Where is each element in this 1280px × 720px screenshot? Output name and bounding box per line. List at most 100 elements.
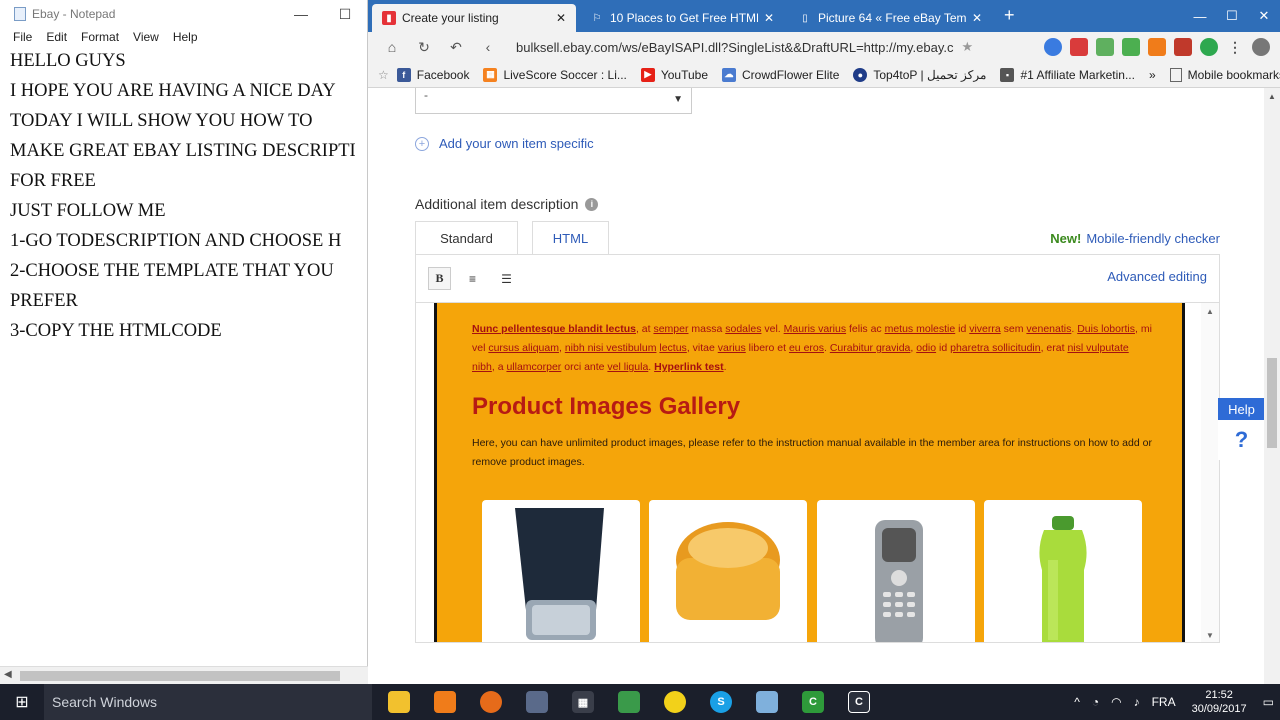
page-icon: ▯ <box>802 12 808 24</box>
chevron-up-icon[interactable]: ^ <box>1074 695 1080 709</box>
bold-button[interactable]: B <box>428 267 451 290</box>
new-tab-button[interactable]: + <box>1004 5 1015 26</box>
taskbar: ⊞ Search Windows ▦ S C C ^ ◔ ◠ ♪ FRA 21:… <box>0 684 1280 720</box>
menu-dots-icon[interactable]: ⋮ <box>1226 38 1244 56</box>
volume-icon[interactable]: ♪ <box>1134 695 1140 709</box>
spreadsheet-icon[interactable] <box>606 684 652 720</box>
close-icon[interactable]: ✕ <box>764 11 774 25</box>
notepad-horizontal-scrollbar[interactable]: ◀ <box>0 666 368 684</box>
extension-icon[interactable] <box>1174 38 1192 56</box>
description-editor[interactable]: Nunc pellentesque blandit lectus, at sem… <box>415 302 1220 643</box>
template-text-run: massa <box>688 323 726 335</box>
menu-edit[interactable]: Edit <box>39 30 74 44</box>
windows-start-icon[interactable]: ⊞ <box>0 684 44 720</box>
minimize-button[interactable]: — <box>279 6 323 23</box>
product-image-phone <box>817 500 975 642</box>
notepad-icon[interactable] <box>744 684 790 720</box>
extension-icon[interactable] <box>1070 38 1088 56</box>
tab-standard[interactable]: Standard <box>415 221 518 255</box>
skype-icon[interactable]: S <box>698 684 744 720</box>
minimize-button[interactable]: — <box>1184 9 1216 24</box>
clock[interactable]: 21:52 30/09/2017 <box>1192 688 1247 716</box>
add-item-specific-link[interactable]: + Add your own item specific <box>415 136 594 151</box>
mobile-bookmarks[interactable]: Mobile bookmarks <box>1188 68 1280 82</box>
advanced-editing-link[interactable]: Advanced editing <box>1107 269 1207 284</box>
firefox-icon[interactable] <box>468 684 514 720</box>
back-icon[interactable]: ‹ <box>472 39 504 55</box>
calculator-icon[interactable]: ▦ <box>560 684 606 720</box>
maximize-button[interactable]: ☐ <box>1216 8 1248 24</box>
page-scrollbar[interactable]: ▲ <box>1264 88 1280 684</box>
tab-html[interactable]: HTML <box>532 221 609 255</box>
scroll-down-icon[interactable]: ▼ <box>1206 631 1214 640</box>
info-icon[interactable]: i <box>585 197 599 211</box>
help-button[interactable]: Help <box>1218 398 1265 420</box>
close-icon[interactable]: ✕ <box>556 11 566 25</box>
add-item-specific-label: Add your own item specific <box>439 136 594 151</box>
description-label: Additional item description <box>415 196 579 212</box>
mobile-friendly-checker[interactable]: New! Mobile-friendly checker <box>1050 231 1220 246</box>
file-explorer-icon[interactable] <box>376 684 422 720</box>
bookmark-top4top[interactable]: ● Top4toP | مركز تحميل <box>853 67 986 82</box>
notepad-window: Ebay - Notepad — ☐ File Edit Format View… <box>0 0 368 684</box>
extension-icon[interactable] <box>1122 38 1140 56</box>
undo-icon[interactable]: ↶ <box>440 39 472 56</box>
camtasia-recorder-icon[interactable]: C <box>836 684 882 720</box>
tab-picture-64[interactable]: ▯ Picture 64 « Free eBay Templa ✕ <box>788 4 992 32</box>
desktop: Ebay - Notepad — ☐ File Edit Format View… <box>0 0 1280 720</box>
app-orange-icon[interactable] <box>422 684 468 720</box>
close-button[interactable]: ✕ <box>1248 8 1280 24</box>
tab-create-listing[interactable]: ▮ Create your listing ✕ <box>372 4 576 32</box>
search-windows-box[interactable]: Search Windows <box>44 684 372 720</box>
template-text-run: orci ante <box>561 361 608 373</box>
language-indicator[interactable]: FRA <box>1152 695 1176 709</box>
extension-icon[interactable] <box>1200 38 1218 56</box>
tab-free-html[interactable]: ⚐ 10 Places to Get Free HTML el ✕ <box>580 4 784 32</box>
template-text-run: id <box>936 342 951 354</box>
reload-icon[interactable]: ↻ <box>408 39 440 56</box>
menu-view[interactable]: View <box>126 30 166 44</box>
numbered-list-button[interactable]: ≡ <box>461 267 484 290</box>
menu-format[interactable]: Format <box>74 30 126 44</box>
bookmark-youtube[interactable]: ▶ YouTube <box>640 67 708 82</box>
maximize-button[interactable]: ☐ <box>323 6 367 23</box>
template-text-run: felis ac <box>846 323 885 335</box>
scroll-up-icon[interactable]: ▲ <box>1268 92 1276 101</box>
notifications-icon[interactable]: ▭ <box>1263 695 1274 709</box>
help-question-icon[interactable]: ? <box>1218 420 1265 460</box>
close-icon[interactable]: ✕ <box>972 11 982 25</box>
scroll-up-icon[interactable]: ▲ <box>1206 307 1214 316</box>
menu-help[interactable]: Help <box>166 30 205 44</box>
bookmark-affiliate[interactable]: ▪ #1 Affiliate Marketin... <box>1000 67 1135 82</box>
template-text-run: vel ligula <box>607 361 649 373</box>
network-icon[interactable]: ◔ <box>1092 695 1099 709</box>
profile-avatar[interactable] <box>1252 38 1270 56</box>
wifi-icon[interactable]: ◠ <box>1111 695 1121 709</box>
bullet-list-button[interactable]: ☰ <box>495 267 518 290</box>
bookmark-facebook[interactable]: f Facebook <box>396 67 469 82</box>
template-text-run: odio <box>916 342 937 354</box>
template-text-run: , a <box>491 361 507 373</box>
item-specific-select[interactable]: - ▼ <box>415 88 692 114</box>
bookmark-crowdflower[interactable]: ☁ CrowdFlower Elite <box>722 67 839 82</box>
editor-scrollbar[interactable]: ▲ ▼ <box>1201 303 1219 642</box>
bookmark-livescore[interactable]: ▦ LiveScore Soccer : Li... <box>483 67 627 82</box>
bookmarks-star-icon[interactable]: ☆ <box>378 68 389 82</box>
template-text-run: cursus aliquam <box>488 342 559 354</box>
home-icon[interactable]: ⌂ <box>376 39 408 55</box>
extension-icon[interactable] <box>1148 38 1166 56</box>
notepad-text-area[interactable]: HELLO GUYS I HOPE YOU ARE HAVING A NICE D… <box>10 46 368 662</box>
scroll-left-icon[interactable]: ◀ <box>4 669 12 680</box>
extension-icon[interactable] <box>1096 38 1114 56</box>
media-player-icon[interactable] <box>652 684 698 720</box>
bookmark-star-icon[interactable]: ★ <box>962 39 974 55</box>
menu-file[interactable]: File <box>6 30 39 44</box>
notepad-icon <box>14 7 26 21</box>
camtasia-icon[interactable]: C <box>790 684 836 720</box>
address-bar[interactable]: bulksell.ebay.com/ws/eBayISAPI.dll?Singl… <box>504 35 1040 59</box>
more-bookmarks-button[interactable]: » <box>1149 68 1156 82</box>
app-tools-icon[interactable] <box>514 684 560 720</box>
scrollbar-thumb[interactable] <box>1267 358 1277 448</box>
scrollbar-thumb[interactable] <box>20 671 340 681</box>
extension-icon[interactable] <box>1044 38 1062 56</box>
